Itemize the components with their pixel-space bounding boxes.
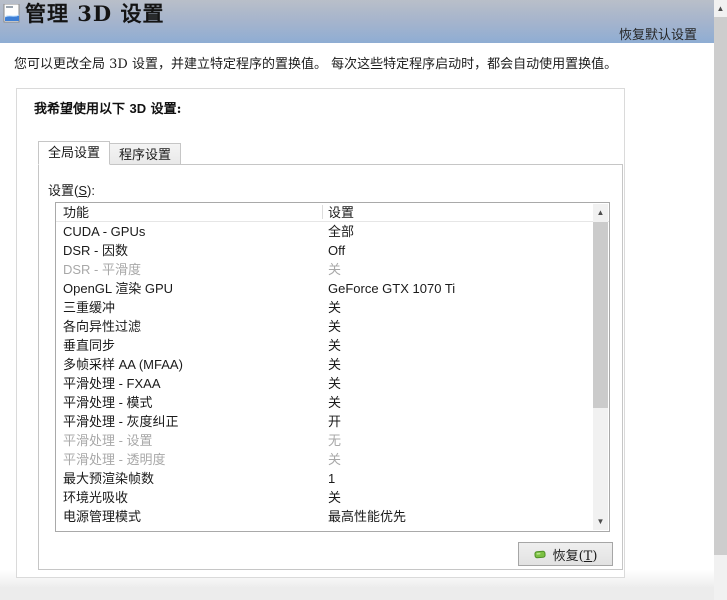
feature-cell: 环境光吸收 (63, 490, 129, 505)
tab-strip: 全局设置 程序设置 (38, 141, 182, 165)
page-title-row: 管理 3D 设置 (3, 1, 164, 27)
feature-cell: 各向异性过滤 (63, 319, 142, 334)
list-scroll-up-icon[interactable]: ▲ (593, 204, 608, 221)
settings-row[interactable]: CUDA - GPUs 全部 (56, 222, 609, 241)
feature-cell: 平滑处理 - 模式 (63, 395, 153, 410)
settings-panel: 我希望使用以下 3D 设置: 全局设置 程序设置 设置(S): 功能 设置 CU… (16, 88, 625, 578)
restore-defaults-link[interactable]: 恢复默认设置 (619, 24, 697, 43)
settings-row[interactable]: 平滑处理 - 灰度纠正 开 (56, 412, 609, 431)
value-cell: 关 (328, 357, 342, 372)
restore-button-label: 恢复(T) (552, 548, 598, 564)
settings-row[interactable]: 平滑处理 - FXAA 关 (56, 374, 609, 393)
list-scroll-down-icon[interactable]: ▼ (593, 513, 608, 530)
column-header-feature: 功能 (63, 205, 90, 220)
feature-cell: 平滑处理 - 设置 (63, 433, 153, 448)
global-settings-tabpane: 设置(S): 功能 设置 CUDA - GPUs 全部 DSR - 因数 Off… (38, 164, 623, 570)
intro-text: 您可以更改全局 3D 设置，并建立特定程序的置换值。 每次这些特定程序启动时，都… (14, 57, 618, 72)
settings-row[interactable]: 各向异性过滤 关 (56, 317, 609, 336)
value-cell: 关 (328, 395, 342, 410)
value-cell: 关 (328, 262, 342, 277)
value-cell: 关 (328, 319, 342, 334)
feature-cell: 平滑处理 - FXAA (63, 376, 161, 391)
value-cell: 开 (328, 414, 342, 429)
feature-cell: 最大预渲染帧数 (63, 471, 155, 486)
value-cell: 关 (328, 452, 342, 467)
feature-cell: 平滑处理 - 透明度 (63, 452, 166, 467)
value-cell: 最高性能优先 (328, 509, 407, 524)
value-cell: 无 (328, 433, 342, 448)
feature-cell: DSR - 平滑度 (63, 262, 142, 277)
feature-cell: 平滑处理 - 灰度纠正 (63, 414, 179, 429)
feature-cell: 电源管理模式 (63, 509, 142, 524)
settings-row[interactable]: 电源管理模式 最高性能优先 (56, 507, 609, 526)
settings-row[interactable]: 垂直同步 关 (56, 336, 609, 355)
feature-cell: 多帧采样 AA (MFAA) (63, 357, 183, 372)
settings-row[interactable]: 平滑处理 - 透明度 关 (56, 450, 609, 469)
manage-3d-settings-icon (3, 4, 20, 23)
feature-cell: 垂直同步 (63, 338, 116, 353)
tab-program-settings[interactable]: 程序设置 (110, 143, 182, 165)
page-title: 管理 3D 设置 (25, 1, 165, 26)
list-header-row: 功能 设置 (56, 203, 609, 222)
settings-row[interactable]: 平滑处理 - 设置 无 (56, 431, 609, 450)
settings-listbox: 功能 设置 CUDA - GPUs 全部 DSR - 因数 Off DSR - … (55, 202, 610, 532)
settings-label: 设置(S): (48, 183, 95, 198)
value-cell: 关 (328, 338, 342, 353)
feature-cell: OpenGL 渲染 GPU (63, 281, 174, 296)
settings-row[interactable]: 多帧采样 AA (MFAA) 关 (56, 355, 609, 374)
value-cell: 关 (328, 376, 342, 391)
settings-row[interactable]: OpenGL 渲染 GPU GeForce GTX 1070 Ti (56, 279, 609, 298)
column-separator (322, 205, 323, 219)
panel-heading: 我希望使用以下 3D 设置: (34, 101, 182, 117)
tab-global-settings[interactable]: 全局设置 (38, 141, 111, 165)
settings-row[interactable]: DSR - 平滑度 关 (56, 260, 609, 279)
column-header-setting: 设置 (328, 205, 355, 220)
settings-rows: CUDA - GPUs 全部 DSR - 因数 Off DSR - 平滑度 关 … (56, 222, 609, 526)
list-scrollbar[interactable]: ▲ ▼ (593, 204, 608, 530)
restore-icon (534, 550, 546, 558)
value-cell: GeForce GTX 1070 Ti (328, 281, 456, 296)
feature-cell: DSR - 因数 (63, 243, 129, 258)
value-cell: 全部 (328, 224, 355, 239)
value-cell: 关 (328, 300, 342, 315)
settings-row[interactable]: 平滑处理 - 模式 关 (56, 393, 609, 412)
settings-row[interactable]: 三重缓冲 关 (56, 298, 609, 317)
restore-button[interactable]: 恢复(T) (518, 542, 613, 566)
window-scrollbar[interactable]: ▲ (714, 0, 727, 600)
value-cell: 1 (328, 471, 336, 486)
manage-3d-settings-page: { "header": { "title": "管理 3D 设置", "rest… (0, 0, 727, 600)
window-scrollbar-thumb[interactable] (714, 17, 727, 555)
value-cell: 关 (328, 490, 342, 505)
list-scrollbar-thumb[interactable] (593, 222, 608, 408)
settings-row[interactable]: 环境光吸收 关 (56, 488, 609, 507)
value-cell: Off (328, 243, 346, 258)
scroll-up-icon[interactable]: ▲ (714, 0, 727, 17)
settings-row[interactable]: DSR - 因数 Off (56, 241, 609, 260)
feature-cell: 三重缓冲 (63, 300, 116, 315)
settings-row[interactable]: 最大预渲染帧数 1 (56, 469, 609, 488)
feature-cell: CUDA - GPUs (63, 224, 146, 239)
page-header-band: 管理 3D 设置 恢复默认设置 (0, 0, 714, 43)
